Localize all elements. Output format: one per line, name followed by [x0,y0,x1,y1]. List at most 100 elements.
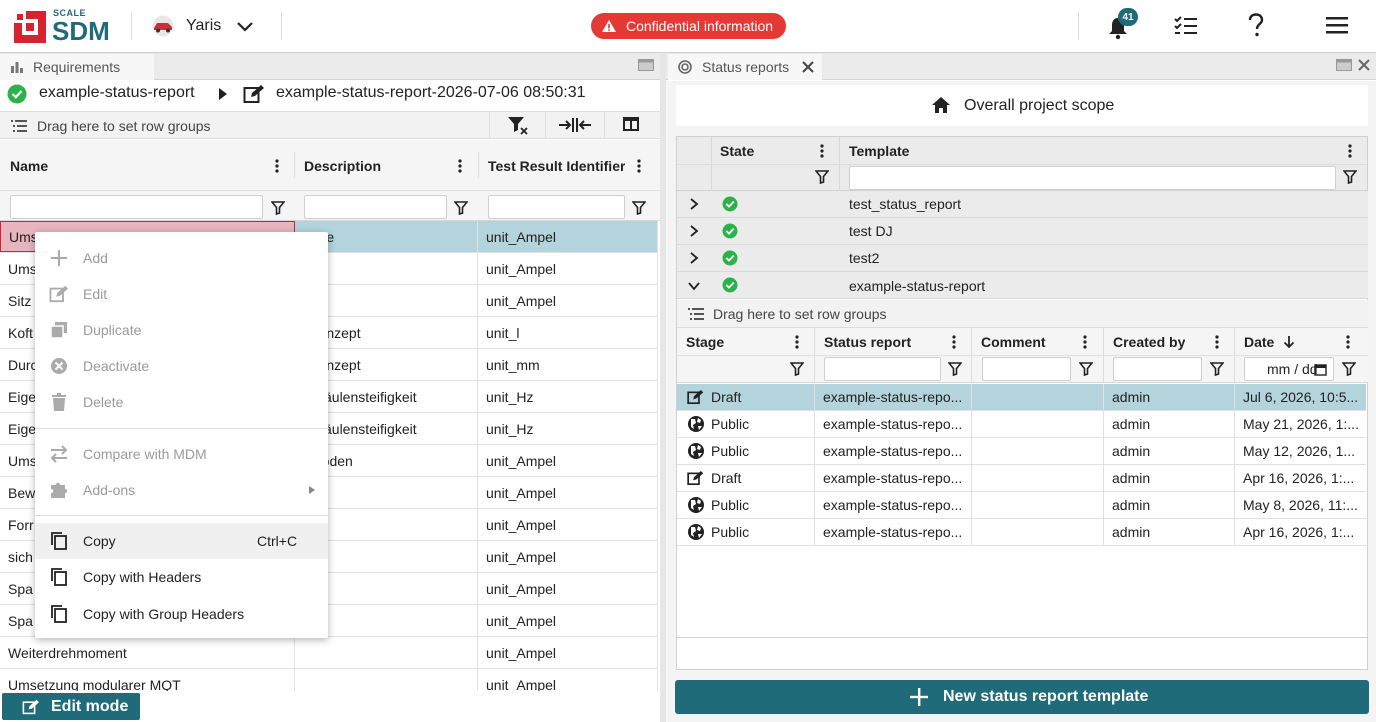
table-row[interactable]: Umsetzung modularer MQT unit_Ampel [0,669,658,691]
column-header-test-result-identifier[interactable]: Test Result Identifier [488,157,625,175]
chevron-right-icon[interactable] [689,198,699,210]
template-filter-input[interactable] [849,166,1336,190]
menu-item-addons[interactable]: Add-ons [35,472,328,508]
created-by-filter-input[interactable] [1113,357,1202,381]
column-menu-icon[interactable] [637,159,641,173]
column-menu-icon[interactable] [1348,144,1352,158]
template-row[interactable]: test_status_report [677,191,1368,218]
filter-icon[interactable] [454,201,468,215]
cell-description[interactable] [295,669,478,691]
cell-test-result[interactable]: unit_Hz [478,381,658,412]
column-header-description[interactable]: Description [304,157,381,175]
breadcrumb-current[interactable]: example-status-report-2026-07-06 08:50:3… [276,84,586,102]
column-menu-icon[interactable] [1215,335,1219,349]
close-icon[interactable] [802,61,814,73]
cell-test-result[interactable]: unit_Ampel [478,221,658,252]
column-menu-icon[interactable] [952,335,956,349]
column-header-template[interactable]: Template [849,142,909,160]
sort-desc-icon[interactable] [1283,335,1295,349]
chevron-right-icon[interactable] [689,225,699,237]
name-filter-input[interactable] [10,195,263,219]
status-report-filter-input[interactable] [824,357,941,381]
filter-icon[interactable] [815,170,829,184]
filter-icon[interactable] [1079,362,1093,376]
cell-test-result[interactable]: unit_l [478,317,658,348]
columns-panel-icon[interactable] [623,117,639,131]
menu-item-copy-with-group-headers[interactable]: Copy with Group Headers [35,596,328,632]
cell-test-result[interactable]: unit_mm [478,349,658,380]
column-menu-icon[interactable] [275,159,279,173]
filter-icon[interactable] [1342,362,1356,376]
breadcrumb-root[interactable]: example-status-report [39,84,195,102]
project-selector[interactable]: Yaris [150,12,260,42]
cell-test-result[interactable]: unit_Ampel [478,637,658,668]
cell-test-result[interactable]: unit_Ampel [478,605,658,636]
edit-mode-button[interactable]: Edit mode [2,693,140,720]
filter-icon[interactable] [790,362,804,376]
tab-requirements[interactable]: Requirements [0,54,154,80]
menu-item-copy-with-headers[interactable]: Copy with Headers [35,559,328,595]
cell-test-result[interactable]: unit_Ampel [478,541,658,572]
maximize-left-panel-button[interactable] [638,59,656,73]
template-row[interactable]: test DJ [677,218,1368,245]
filter-icon[interactable] [632,201,646,215]
status-report-row[interactable]: Draft example-status-repo... admin Jul 6… [677,384,1366,411]
cell-name[interactable]: Umsetzung modularer MQT [0,669,295,691]
cell-name[interactable]: Weiterdrehmoment [0,637,295,668]
menu-item-add[interactable]: Add [35,240,328,276]
status-report-row-group-bar[interactable]: Drag here to set row groups [677,300,1368,328]
cell-test-result[interactable]: unit_Ampel [478,445,658,476]
tab-status-reports[interactable]: Status reports [668,54,822,80]
column-header-status-report[interactable]: Status report [824,334,911,350]
menu-item-delete[interactable]: Delete [35,384,328,420]
maximize-right-panel-button[interactable] [1336,59,1354,73]
cell-description[interactable] [295,637,478,668]
filter-icon[interactable] [1210,362,1224,376]
column-header-created-by[interactable]: Created by [1113,334,1185,350]
description-filter-input[interactable] [304,195,447,219]
close-panel-icon[interactable] [1358,59,1370,71]
status-report-row[interactable]: Public example-status-repo... admin May … [677,411,1366,438]
cell-test-result[interactable]: unit_Ampel [478,669,658,691]
column-header-comment[interactable]: Comment [981,334,1046,350]
cell-test-result[interactable]: unit_Ampel [478,477,658,508]
help-button[interactable] [1244,13,1268,41]
column-menu-icon[interactable] [795,335,799,349]
menu-item-copy[interactable]: Copy Ctrl+C [35,523,328,559]
cell-test-result[interactable]: unit_Ampel [478,253,658,284]
menu-item-deactivate[interactable]: Deactivate [35,348,328,384]
column-menu-icon[interactable] [1083,335,1087,349]
filter-icon[interactable] [948,362,962,376]
chevron-down-icon[interactable] [688,281,700,291]
fit-columns-icon[interactable] [558,118,592,132]
new-status-report-template-button[interactable]: New status report template [675,680,1369,714]
comment-filter-input[interactable] [982,357,1071,381]
column-menu-icon[interactable] [458,159,462,173]
column-menu-icon[interactable] [820,144,824,158]
status-report-row[interactable]: Public example-status-repo... admin May … [677,492,1366,519]
menu-item-compare[interactable]: Compare with MDM [35,436,328,472]
table-row[interactable]: Weiterdrehmoment unit_Ampel [0,637,658,669]
calendar-icon[interactable] [1314,363,1327,376]
status-report-row[interactable]: Public example-status-repo... admin Apr … [677,519,1366,546]
cell-test-result[interactable]: unit_Ampel [478,509,658,540]
cell-test-result[interactable]: unit_Hz [478,413,658,444]
test-result-filter-input[interactable] [488,195,625,219]
menu-item-duplicate[interactable]: Duplicate [35,312,328,348]
column-header-state[interactable]: State [720,142,754,160]
column-header-stage[interactable]: Stage [686,334,724,350]
clear-filter-icon[interactable] [507,116,529,136]
column-menu-icon[interactable] [1346,335,1350,349]
status-report-row[interactable]: Draft example-status-repo... admin Apr 1… [677,465,1366,492]
notifications-button[interactable]: 41 [1103,8,1139,44]
menu-item-edit[interactable]: Edit [35,276,328,312]
cell-test-result[interactable]: unit_Ampel [478,285,658,316]
template-row-expanded[interactable]: example-status-report [677,272,1368,299]
template-row[interactable]: test2 [677,245,1368,272]
filter-icon[interactable] [271,201,285,215]
column-header-date[interactable]: Date [1244,334,1274,350]
row-group-bar[interactable]: Drag here to set row groups [0,111,660,139]
tasks-button[interactable] [1174,15,1200,41]
cell-test-result[interactable]: unit_Ampel [478,573,658,604]
app-logo[interactable]: SCALE SDM [12,8,116,46]
